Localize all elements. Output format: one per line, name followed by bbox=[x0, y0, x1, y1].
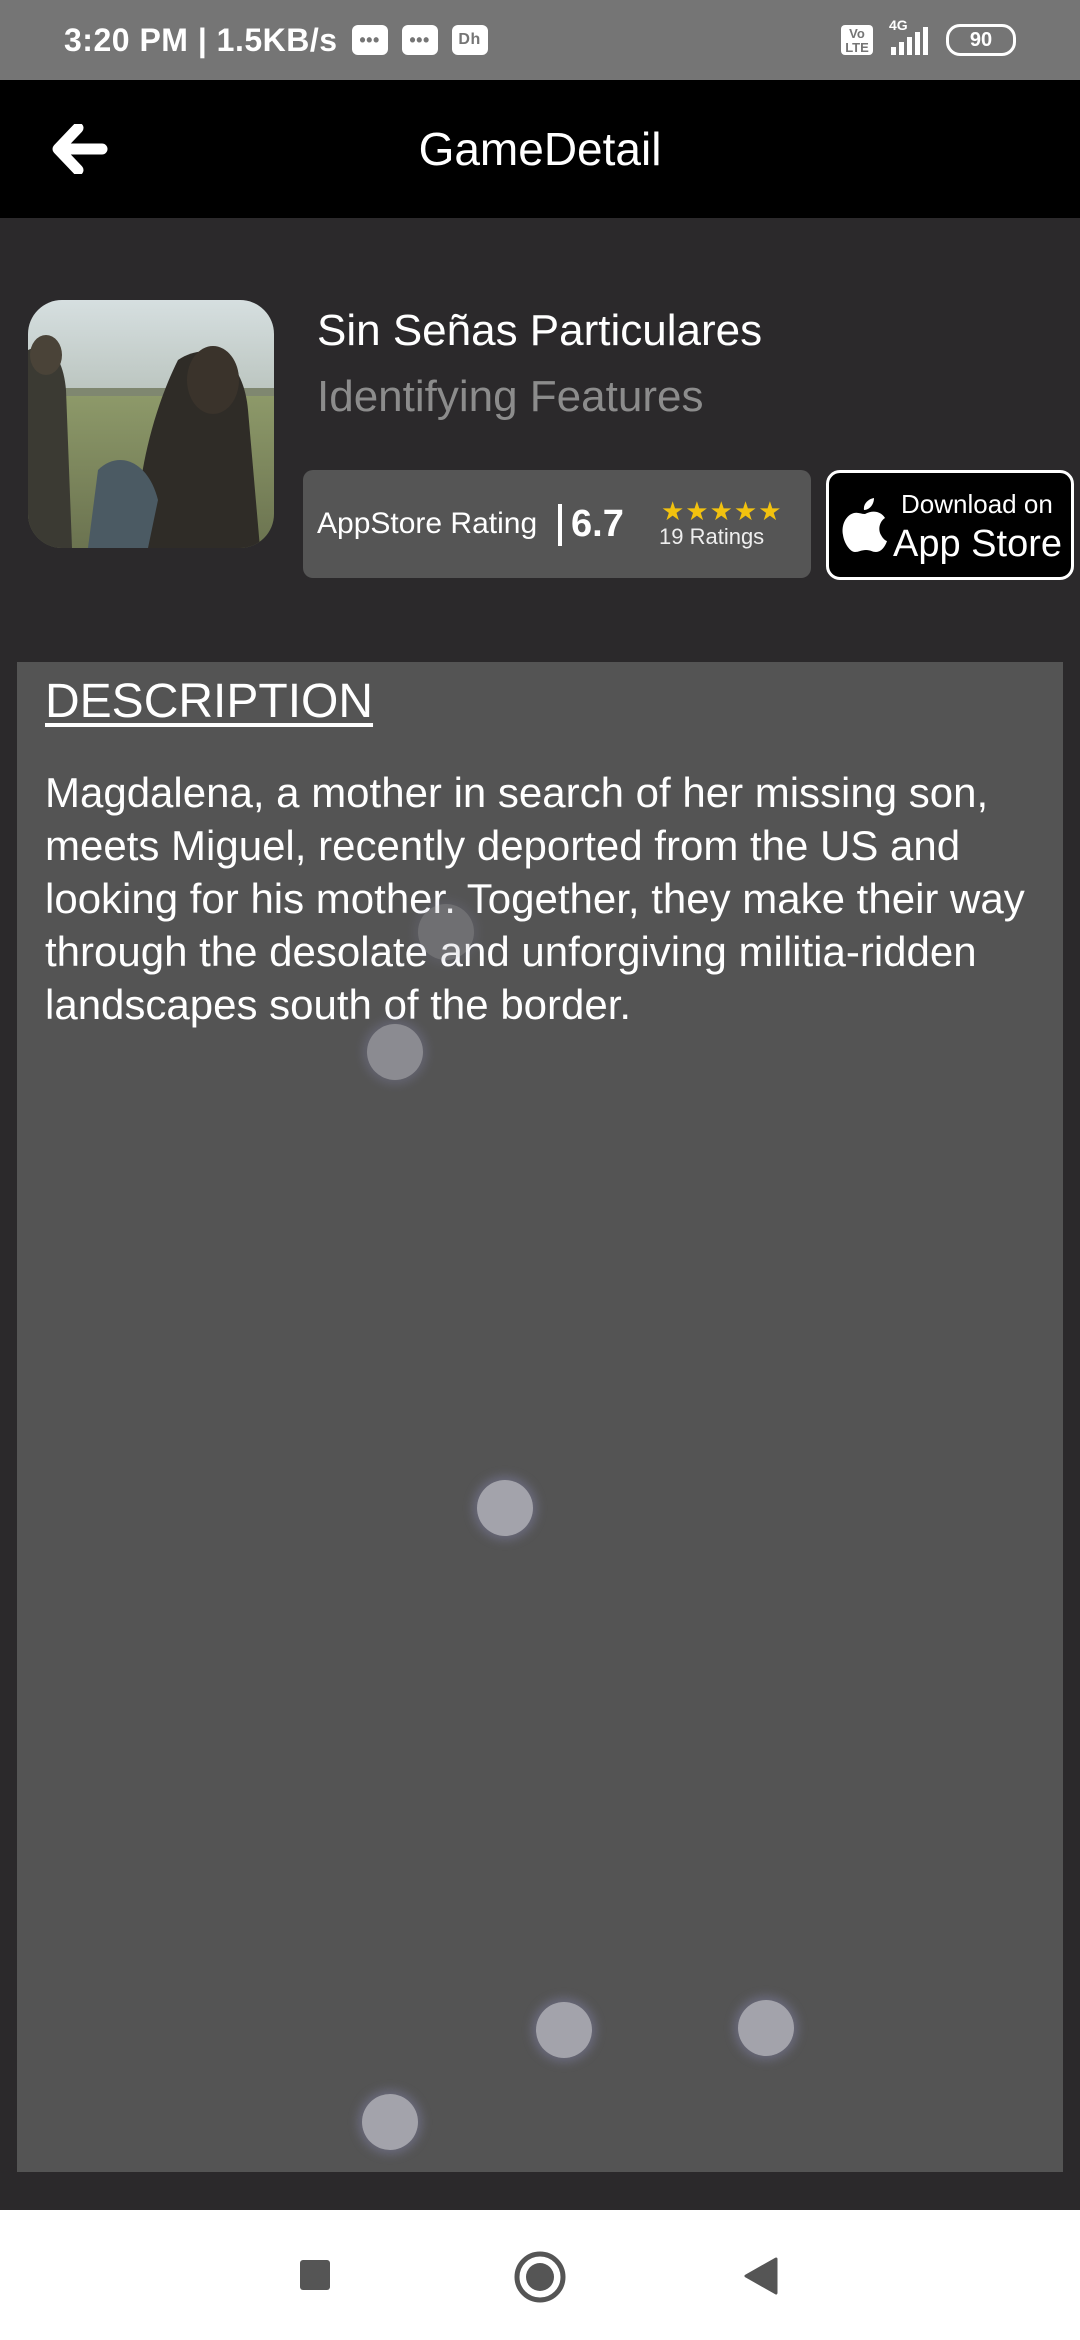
app-bar: GameDetail bbox=[0, 80, 1080, 218]
touch-indicator bbox=[367, 1024, 423, 1080]
touch-indicator bbox=[738, 2000, 794, 2056]
rating-count: 19 Ratings bbox=[659, 524, 765, 549]
recents-square-icon[interactable] bbox=[298, 2258, 332, 2292]
game-subtitle: Identifying Features bbox=[317, 372, 704, 421]
volte-icon: Vo LTE bbox=[841, 25, 873, 55]
game-thumbnail bbox=[28, 300, 274, 548]
touch-indicator bbox=[477, 1480, 533, 1536]
network-type: 4G bbox=[889, 17, 908, 33]
home-circle-icon[interactable] bbox=[513, 2250, 567, 2304]
touch-indicator bbox=[536, 2002, 592, 2058]
touch-indicator bbox=[418, 904, 474, 960]
page-title: GameDetail bbox=[418, 123, 662, 175]
touch-indicator bbox=[362, 2094, 418, 2150]
message-icon: ••• bbox=[351, 25, 388, 55]
description-heading: DESCRIPTION bbox=[45, 675, 374, 728]
appstore-rating-box: AppStore Rating 6.7 ★★★★★ 19 Ratings bbox=[303, 470, 811, 578]
battery-icon: 90 bbox=[946, 24, 1016, 56]
system-navigation-bar bbox=[0, 2210, 1080, 2340]
rating-divider bbox=[558, 504, 562, 546]
rating-label: AppStore Rating bbox=[317, 507, 538, 540]
download-app-store-button[interactable]: Download on App Store bbox=[826, 470, 1074, 580]
game-title: Sin Señas Particulares bbox=[317, 306, 763, 355]
back-triangle-icon[interactable] bbox=[742, 2256, 780, 2296]
app-store-label: App Store bbox=[893, 523, 1062, 565]
description-panel: DESCRIPTION Magdalena, a mother in searc… bbox=[17, 662, 1063, 2172]
status-time-speed: 3:20 PM | 1.5KB/s bbox=[64, 21, 338, 58]
arrow-left-icon[interactable] bbox=[52, 124, 108, 174]
battery-level: 90 bbox=[969, 28, 993, 51]
signal-icon: 4G bbox=[889, 17, 928, 55]
message-icon: ••• bbox=[401, 25, 438, 55]
hotstar-icon: Dh bbox=[451, 25, 488, 55]
rating-value: 6.7 bbox=[571, 503, 624, 545]
description-body: Magdalena, a mother in search of her mis… bbox=[45, 769, 1025, 1028]
rating-stars-icon: ★★★★★ bbox=[661, 496, 783, 526]
status-bar: 3:20 PM | 1.5KB/s ••• ••• Dh Vo LTE 4G 90 bbox=[0, 0, 1080, 80]
apple-icon bbox=[842, 498, 887, 552]
download-on-label: Download on bbox=[901, 489, 1053, 519]
